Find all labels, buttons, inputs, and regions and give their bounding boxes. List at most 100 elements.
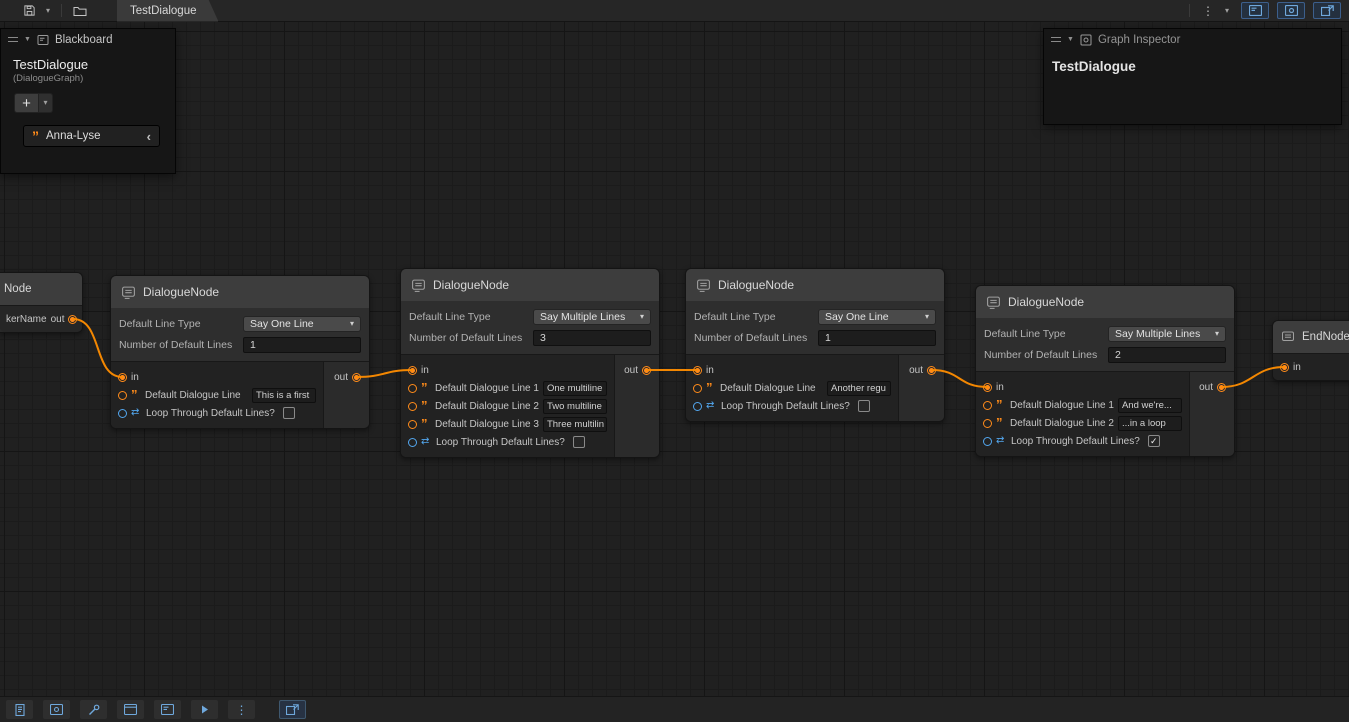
- loop-checkbox[interactable]: [283, 407, 295, 419]
- node-title: DialogueNode: [143, 285, 219, 299]
- graph-tab[interactable]: TestDialogue: [117, 0, 218, 22]
- quote-icon: ”: [706, 385, 716, 391]
- graph-canvas[interactable]: ▾ TestDialogue ⋮ ▾: [0, 0, 1349, 722]
- port-label: Loop Through Default Lines?: [436, 437, 565, 448]
- line-type-dropdown[interactable]: Say Multiple Lines ▾: [533, 309, 651, 325]
- add-property-dropdown[interactable]: ▾: [39, 93, 53, 113]
- input-port[interactable]: [693, 366, 702, 375]
- collapse-caret-icon[interactable]: ▼: [24, 36, 31, 43]
- popout-window-button[interactable]: [279, 700, 306, 719]
- string-port[interactable]: [693, 384, 702, 393]
- port-label: in: [1293, 362, 1301, 373]
- inspector-toggle-button[interactable]: [1277, 2, 1305, 19]
- line-type-dropdown[interactable]: Say One Line ▾: [818, 309, 936, 325]
- string-port[interactable]: [408, 384, 417, 393]
- loop-checkbox[interactable]: [573, 436, 585, 448]
- open-asset-button[interactable]: [69, 2, 91, 20]
- string-port[interactable]: [408, 402, 417, 411]
- input-port[interactable]: [983, 383, 992, 392]
- blackboard-button[interactable]: [154, 700, 181, 719]
- bool-port[interactable]: [408, 438, 417, 447]
- save-button[interactable]: [18, 2, 40, 20]
- bool-port[interactable]: [983, 437, 992, 446]
- output-port[interactable]: [927, 366, 936, 375]
- line-type-dropdown[interactable]: Say One Line ▾: [243, 316, 361, 332]
- node-title-bar[interactable]: DialogueNode: [401, 269, 659, 301]
- bool-port[interactable]: [693, 402, 702, 411]
- string-port[interactable]: [983, 401, 992, 410]
- dialogue-line-field[interactable]: This is a first: [252, 388, 316, 403]
- blackboard-panel[interactable]: ▼ Blackboard TestDialogue (DialogueGraph…: [0, 28, 176, 174]
- kebab-menu-button[interactable]: ⋮: [1197, 2, 1219, 20]
- speaker-node[interactable]: Node kerName out: [0, 272, 83, 333]
- tools-button[interactable]: [80, 700, 107, 719]
- popout-toggle-button[interactable]: [1313, 2, 1341, 19]
- dialogue-line-field[interactable]: ...in a loop: [1118, 416, 1182, 431]
- line-type-dropdown[interactable]: Say Multiple Lines ▾: [1108, 326, 1226, 342]
- blackboard-graph-name: TestDialogue: [13, 57, 163, 72]
- prop-label: Default Line Type: [119, 318, 243, 330]
- dialogue-node-2[interactable]: DialogueNode Default Line Type Say Multi…: [400, 268, 660, 458]
- blackboard-toggle-button[interactable]: [1241, 2, 1269, 19]
- dialogue-line-field[interactable]: Three multilin: [543, 417, 607, 432]
- dialogue-node-1[interactable]: DialogueNode Default Line Type Say One L…: [110, 275, 370, 429]
- inspector-button[interactable]: [43, 700, 70, 719]
- string-port[interactable]: [983, 419, 992, 428]
- output-port[interactable]: [642, 366, 651, 375]
- end-node[interactable]: EndNode in: [1272, 320, 1349, 381]
- dialogue-node-4[interactable]: DialogueNode Default Line Type Say Multi…: [975, 285, 1235, 457]
- num-lines-field[interactable]: 2: [1108, 347, 1226, 363]
- dialogue-line-field[interactable]: Another regu: [827, 381, 891, 396]
- loop-checkbox[interactable]: ✓: [1148, 435, 1160, 447]
- node-title-bar[interactable]: DialogueNode: [686, 269, 944, 301]
- dialogue-line-field[interactable]: One multiline: [543, 381, 607, 396]
- output-port[interactable]: [68, 315, 77, 324]
- dialogue-line-field[interactable]: Two multiline: [543, 399, 607, 414]
- more-options-button[interactable]: ⋮: [228, 700, 255, 719]
- loop-checkbox[interactable]: [858, 400, 870, 412]
- drag-handle-icon: [1051, 36, 1061, 43]
- toolbar-separator: [61, 4, 62, 17]
- port-label: Loop Through Default Lines?: [146, 408, 275, 419]
- node-title-bar[interactable]: EndNode: [1273, 321, 1349, 353]
- exposed-property-anna-lyse[interactable]: ” Anna-Lyse ‹: [23, 125, 160, 147]
- input-port[interactable]: [118, 373, 127, 382]
- output-port[interactable]: [352, 373, 361, 382]
- num-lines-field[interactable]: 1: [818, 330, 936, 346]
- save-dropdown-button[interactable]: ▾: [42, 2, 54, 20]
- num-lines-field[interactable]: 1: [243, 337, 361, 353]
- graph-inspector-panel[interactable]: ▼ Graph Inspector TestDialogue: [1043, 28, 1342, 125]
- property-name: Anna-Lyse: [46, 130, 101, 142]
- quote-icon: ”: [421, 421, 431, 427]
- node-title-bar[interactable]: Node: [0, 273, 82, 305]
- string-port[interactable]: [408, 420, 417, 429]
- window-button[interactable]: [117, 700, 144, 719]
- dialogue-line-field[interactable]: And we're...: [1118, 398, 1182, 413]
- loop-icon: ⇄: [131, 408, 142, 418]
- kebab-icon: ⋮: [1202, 5, 1214, 17]
- node-title-bar[interactable]: DialogueNode: [976, 286, 1234, 318]
- input-port[interactable]: [408, 366, 417, 375]
- string-port[interactable]: [118, 391, 127, 400]
- menu-dropdown-button[interactable]: ▾: [1221, 2, 1233, 20]
- quote-icon: ”: [421, 385, 431, 391]
- dialogue-node-3[interactable]: DialogueNode Default Line Type Say One L…: [685, 268, 945, 422]
- add-property-button[interactable]: +: [14, 93, 39, 113]
- graph-inspector-header[interactable]: ▼ Graph Inspector: [1044, 29, 1341, 50]
- play-button[interactable]: [191, 700, 218, 719]
- num-lines-field[interactable]: 3: [533, 330, 651, 346]
- blackboard-header[interactable]: ▼ Blackboard: [1, 29, 175, 50]
- port-label: out: [334, 372, 348, 383]
- port-label: Default Dialogue Line 2: [435, 401, 539, 412]
- chevron-left-icon[interactable]: ‹: [147, 130, 151, 143]
- input-port[interactable]: [1280, 363, 1289, 372]
- graph-tab-label: TestDialogue: [130, 5, 196, 17]
- collapse-caret-icon[interactable]: ▼: [1067, 36, 1074, 43]
- doc-list-button[interactable]: [6, 700, 33, 719]
- node-title: Node: [4, 283, 32, 295]
- node-title-bar[interactable]: DialogueNode: [111, 276, 369, 308]
- quote-icon: ”: [421, 403, 431, 409]
- dropdown-value: Say Multiple Lines: [540, 311, 625, 323]
- output-port[interactable]: [1217, 383, 1226, 392]
- bool-port[interactable]: [118, 409, 127, 418]
